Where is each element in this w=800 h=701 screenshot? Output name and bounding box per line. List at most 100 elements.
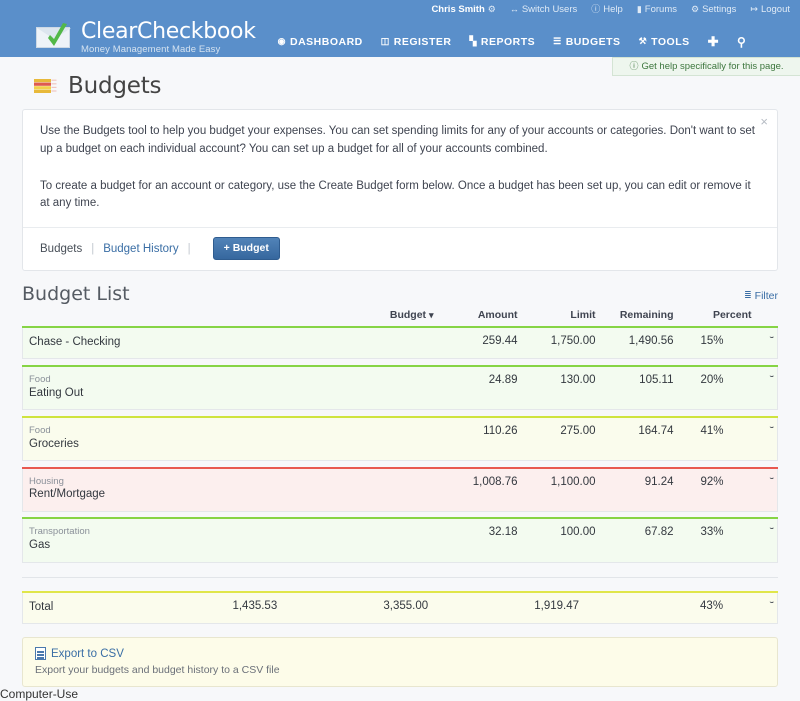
money-bills-icon [34, 79, 57, 93]
help-link[interactable]: ⓘ Help [591, 4, 623, 15]
filter-button[interactable]: ≣ Filter [744, 290, 778, 305]
logout-link[interactable]: ↦ Logout [750, 4, 790, 15]
dashboard-circle-icon: ◉ [277, 36, 286, 46]
settings-label: Settings [702, 4, 737, 15]
wrench-icon: ⚒ [638, 36, 648, 46]
budget-name-label: Rent/Mortgage [29, 488, 106, 501]
expand-row-button[interactable]: ˇˇ [751, 325, 778, 360]
switch-users-link[interactable]: ↔ Switch Users [510, 4, 577, 15]
budget-percent-cell: 43% [579, 590, 752, 625]
double-chevron-down-icon: ˇˇ [769, 335, 775, 346]
tab-separator-1: | [91, 242, 95, 255]
table-row[interactable]: Housing Rent/Mortgage 1,008.76 1,100.00 91.2… [22, 466, 778, 512]
list-lines-icon: ☰ [553, 36, 562, 46]
forums-link[interactable]: ▮ Forums [637, 4, 677, 15]
column-header-percent[interactable]: Percent [674, 309, 752, 327]
gear-icon: ⚙ [690, 4, 700, 14]
gear-icon[interactable]: ⚙ [488, 5, 496, 14]
budget-name-label: Gas [29, 539, 51, 552]
column-header-remaining[interactable]: Remaining [596, 309, 674, 327]
column-header-amount[interactable]: Amount [434, 309, 518, 327]
column-header-limit[interactable]: Limit [518, 309, 595, 327]
budget-remaining-cell: 1,490.56 [595, 325, 674, 360]
settings-link[interactable]: ⚙ Settings [691, 4, 736, 15]
clearcheckbook-logo-icon [36, 23, 76, 51]
budget-table-head: Budget ▾ Amount Limit Remaining Percent [23, 309, 778, 327]
row-spacer [23, 410, 778, 417]
switch-users-icon: ↔ [509, 4, 519, 14]
nav-item-budgets[interactable]: ☰ BUDGETS [553, 36, 620, 48]
forums-label: Forums [644, 4, 677, 15]
export-csv-label: Export to CSV [51, 647, 124, 660]
budget-total-row[interactable]: Total 1,435.53 3,355.00 1,919.47 43% ˇˇ [22, 590, 779, 625]
budget-category-label: Food [29, 424, 51, 436]
table-row[interactable]: Food Groceries 110.26 275.00 164.74 41% ˇˇ [22, 415, 778, 462]
row-spacer [23, 511, 778, 518]
nav-item-reports[interactable]: ▚ REPORTS [469, 36, 535, 48]
budget-list-title: Budget List [22, 282, 130, 305]
bar-chart-icon: ▚ [469, 36, 477, 46]
nav-item-search[interactable]: ⚲ [737, 36, 746, 48]
budget-name-label: Chase - Checking [29, 335, 121, 348]
help-circle-icon: ⓘ [591, 4, 601, 14]
row-spacer [23, 359, 778, 366]
nav-item-tools[interactable]: ⚒ TOOLS [639, 36, 690, 48]
row-spacer-cell [23, 511, 778, 518]
budget-amount-cell: 1,008.76 [433, 466, 518, 512]
nav-label-budgets: BUDGETS [565, 35, 621, 48]
search-icon: ⚲ [737, 34, 747, 49]
tab-budget-history[interactable]: Budget History [103, 243, 178, 255]
user-account[interactable]: Chris Smith ⚙ [431, 4, 495, 15]
double-chevron-down-icon: ˇˇ [769, 527, 775, 538]
green-check-icon [48, 23, 67, 47]
export-panel: Export to CSV Export your budgets and bu… [22, 637, 778, 688]
table-row[interactable]: Food Eating Out 24.89 130.00 105.11 20% ˇˇ [22, 364, 778, 411]
comment-icon: ▮ [636, 4, 642, 14]
budget-amount-cell: 110.26 [433, 415, 518, 462]
tab-budgets[interactable]: Budgets [40, 243, 82, 255]
budget-percent-cell: 33% [673, 517, 752, 563]
budget-limit-cell: 3,355.00 [277, 590, 429, 625]
table-row[interactable]: Transportation Gas 32.18 100.00 67.82 33% ˇˇ [22, 517, 778, 563]
user-name: Chris Smith [431, 4, 485, 15]
budget-name-cell: Transportation Gas [22, 517, 434, 563]
budget-remaining-cell: 91.24 [595, 466, 674, 512]
filter-lines-icon: ≣ [744, 290, 752, 301]
info-paragraph-1: Use the Budgets tool to help you budget … [40, 125, 755, 155]
expand-row-button[interactable]: ˇˇ [751, 415, 778, 462]
expand-row-button[interactable]: ˇˇ [751, 517, 778, 563]
double-chevron-down-icon: ˇˇ [769, 374, 775, 385]
row-spacer-cell [23, 410, 778, 417]
budget-total-table: Total 1,435.53 3,355.00 1,919.47 43% ˇˇ [22, 590, 779, 625]
nav-item-register[interactable]: ◫ REGISTER [381, 36, 452, 48]
budget-name-label: Eating Out [29, 386, 84, 399]
plus-icon: ✚ [707, 34, 720, 49]
site-header: Chris Smith ⚙ ↔ Switch Users ⓘ Help ▮ Fo… [0, 0, 800, 76]
table-row[interactable]: Chase - Checking 259.44 1,750.00 1,490.56 15… [22, 325, 778, 360]
site-logo[interactable]: ClearCheckbook Money Management Made Eas… [36, 20, 256, 55]
register-book-icon: ◫ [380, 36, 390, 46]
info-paragraph-2: To create a budget for an account or cat… [40, 179, 751, 210]
help-label: Help [603, 4, 623, 15]
nav-item-dashboard[interactable]: ◉ DASHBOARD [278, 36, 363, 48]
budget-category-label: Housing [29, 475, 64, 487]
expand-row-button[interactable]: ˇˇ [751, 466, 778, 512]
column-header-budget[interactable]: Budget ▾ [23, 309, 434, 327]
nav-item-add[interactable]: ✚ [708, 35, 719, 48]
close-icon[interactable]: × [760, 115, 768, 128]
expand-row-button[interactable]: ˇˇ [751, 590, 779, 625]
user-bar: Chris Smith ⚙ ↔ Switch Users ⓘ Help ▮ Fo… [0, 0, 800, 19]
export-csv-link[interactable]: Export to CSV [35, 647, 765, 661]
budget-limit-cell: 275.00 [517, 415, 596, 462]
page-body: Budgets × Use the Budgets tool to help y… [0, 57, 800, 688]
logout-label: Logout [760, 4, 790, 15]
budget-amount-cell: 32.18 [433, 517, 518, 563]
info-panel-body: Use the Budgets tool to help you budget … [23, 110, 777, 227]
add-budget-button[interactable]: + Budget [212, 237, 280, 260]
expand-row-button[interactable]: ˇˇ [751, 364, 778, 411]
chevron-down-icon: ▾ [428, 309, 434, 320]
budget-table-body: Chase - Checking 259.44 1,750.00 1,490.56 15… [22, 325, 778, 563]
budget-limit-cell: 1,100.00 [517, 466, 596, 512]
budget-list-header: Budget List ≣ Filter [22, 283, 778, 309]
budget-percent-cell: 20% [673, 364, 752, 411]
